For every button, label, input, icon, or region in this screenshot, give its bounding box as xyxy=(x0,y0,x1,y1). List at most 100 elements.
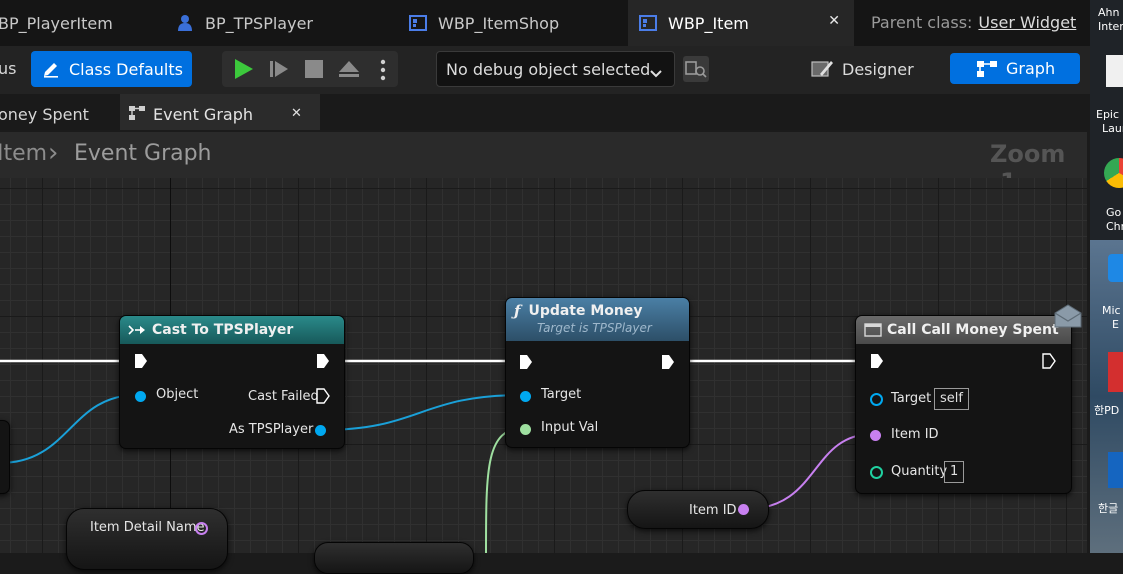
item-id-var-label: Item ID xyxy=(689,503,737,518)
desktop-label: Inter xyxy=(1098,20,1123,33)
target-pin-label: Target xyxy=(541,387,582,402)
desktop-label: Ahn xyxy=(1098,6,1120,19)
desktop-label: Laun xyxy=(1102,122,1123,135)
exec-in-pin[interactable] xyxy=(519,354,533,370)
tab-wbp-item[interactable]: WBP_Item ✕ xyxy=(628,0,854,46)
cast-node-title: Cast To TPSPlayer xyxy=(152,322,294,338)
pencil-icon xyxy=(41,59,61,79)
item-detail-name-variable-node[interactable]: Item Detail Name xyxy=(66,508,228,570)
exec-in-pin[interactable] xyxy=(870,353,884,369)
close-icon[interactable]: ✕ xyxy=(828,13,840,29)
find-debug-object-button[interactable] xyxy=(683,56,709,82)
step-icon[interactable] xyxy=(268,58,290,84)
exec-out-pin[interactable] xyxy=(1042,353,1056,369)
designer-button[interactable]: Designer xyxy=(810,53,920,85)
class-defaults-button[interactable]: Class Defaults xyxy=(31,51,192,87)
quantity-default-field[interactable]: 1 xyxy=(944,461,965,483)
item-id-pin-label: Item ID xyxy=(891,427,939,442)
tab-bp-player-item[interactable]: BP_PlayerItem xyxy=(0,0,155,46)
function-icon: ƒ xyxy=(514,302,521,320)
desktop-label: Chr xyxy=(1106,220,1123,233)
offscreen-node[interactable] xyxy=(0,420,10,494)
call-money-spent-node[interactable]: Call Call Money Spent Target self Item I… xyxy=(855,315,1072,494)
exec-in-pin[interactable] xyxy=(134,353,148,369)
breadcrumb-separator: › xyxy=(48,138,59,168)
tab-label: Event Graph xyxy=(153,105,253,124)
toolbar: us Class Defaults No debug object select… xyxy=(0,46,1090,94)
graph-icon xyxy=(976,59,998,79)
hangul-icon[interactable] xyxy=(1108,452,1123,488)
play-icon[interactable] xyxy=(232,58,254,84)
graph-button[interactable]: Graph xyxy=(950,53,1080,84)
edge-icon[interactable] xyxy=(1108,254,1123,282)
desktop-label: 한글 xyxy=(1098,502,1119,515)
input-val-pin[interactable] xyxy=(520,424,531,435)
toolbar-partial-label[interactable]: us xyxy=(0,59,16,78)
tab-wbp-item-shop[interactable]: WBP_ItemShop xyxy=(405,0,620,46)
desktop-strip: Ahn Inter Epic Laun Go Chr Mic E 한PD 한글 xyxy=(1090,0,1123,553)
quantity-pin[interactable] xyxy=(870,466,883,479)
update-node-title: Update Money xyxy=(528,303,643,319)
parent-class-label: Parent class: xyxy=(871,13,973,32)
widget-blueprint-icon xyxy=(638,13,658,33)
designer-icon xyxy=(810,58,834,80)
breadcrumb-current: Event Graph xyxy=(74,141,212,166)
item-id-variable-node[interactable]: Item ID xyxy=(627,490,769,529)
cast-icon xyxy=(128,324,148,336)
desktop-label: E xyxy=(1112,318,1119,331)
target-pin[interactable] xyxy=(520,391,531,402)
event-graph-canvas[interactable]: Cast To TPSPlayer Object Cast Failed As … xyxy=(0,178,1087,574)
as-tpsplayer-label: As TPSPlayer xyxy=(229,422,314,437)
update-node-subtitle: Target is TPSPlayer xyxy=(537,321,652,335)
graph-label: Graph xyxy=(1006,59,1056,78)
desktop-label: Go xyxy=(1106,206,1122,219)
breadcrumb: Item › Event Graph Zoom -1 xyxy=(0,132,1087,196)
item-id-pin[interactable] xyxy=(870,430,881,441)
close-icon[interactable]: ✕ xyxy=(291,106,302,121)
cast-to-tpsplayer-node[interactable]: Cast To TPSPlayer Object Cast Failed As … xyxy=(119,315,345,449)
parent-class-link[interactable]: User Widget xyxy=(978,13,1076,32)
exec-out-pin[interactable] xyxy=(661,354,675,370)
desktop-label: Epic xyxy=(1096,108,1120,121)
object-pin[interactable] xyxy=(135,391,146,402)
debug-object-select[interactable]: No debug object selected xyxy=(436,51,675,87)
update-node-header: ƒ Update Money Target is TPSPlayer xyxy=(506,298,689,341)
item-detail-name-label: Item Detail Name xyxy=(90,520,205,535)
class-defaults-label: Class Defaults xyxy=(69,59,183,79)
object-pin-label: Object xyxy=(156,387,199,402)
as-tpsplayer-pin[interactable] xyxy=(315,425,326,436)
cast-failed-label: Cast Failed xyxy=(248,389,319,404)
partial-variable-node[interactable] xyxy=(314,542,474,574)
call-node-header: Call Call Money Spent xyxy=(856,316,1071,344)
item-id-var-pin[interactable] xyxy=(738,504,749,515)
epic-launcher-icon[interactable] xyxy=(1106,55,1123,87)
desktop-label: 한PD xyxy=(1094,404,1120,417)
exec-out-pin[interactable] xyxy=(316,353,330,369)
tab-label: BP_PlayerItem xyxy=(0,13,113,33)
tab-on-money-spent[interactable]: oney Spent xyxy=(0,94,110,130)
debug-object-value: No debug object selected xyxy=(446,60,651,79)
tab-event-graph[interactable]: Event Graph ✕ xyxy=(120,94,320,130)
target-default-field[interactable]: self xyxy=(934,388,969,410)
designer-label: Designer xyxy=(842,59,914,79)
editor-tab-bar: BP_PlayerItem BP_TPSPlayer WBP_ItemShop … xyxy=(0,0,1090,46)
widget-blueprint-icon xyxy=(408,13,428,33)
item-detail-name-pin[interactable] xyxy=(195,522,208,535)
update-money-node[interactable]: ƒ Update Money Target is TPSPlayer Targe… xyxy=(505,297,690,448)
hanpdf-icon[interactable] xyxy=(1108,352,1123,392)
breadcrumb-parent[interactable]: Item xyxy=(0,141,47,166)
pawn-icon xyxy=(175,13,195,33)
cast-failed-pin[interactable] xyxy=(316,388,330,404)
target-pin[interactable] xyxy=(870,393,883,406)
envelope-icon xyxy=(1053,303,1083,333)
more-options-icon[interactable] xyxy=(380,59,386,85)
tab-label: WBP_ItemShop xyxy=(438,13,560,33)
stop-icon[interactable] xyxy=(304,59,324,83)
event-graph-icon xyxy=(128,105,146,125)
tab-label: BP_TPSPlayer xyxy=(205,13,313,33)
play-controls xyxy=(222,51,398,87)
eject-icon[interactable] xyxy=(338,58,360,84)
tab-bp-tps-player[interactable]: BP_TPSPlayer xyxy=(175,0,390,46)
debug-search-icon xyxy=(685,59,707,83)
event-call-icon xyxy=(864,323,882,337)
